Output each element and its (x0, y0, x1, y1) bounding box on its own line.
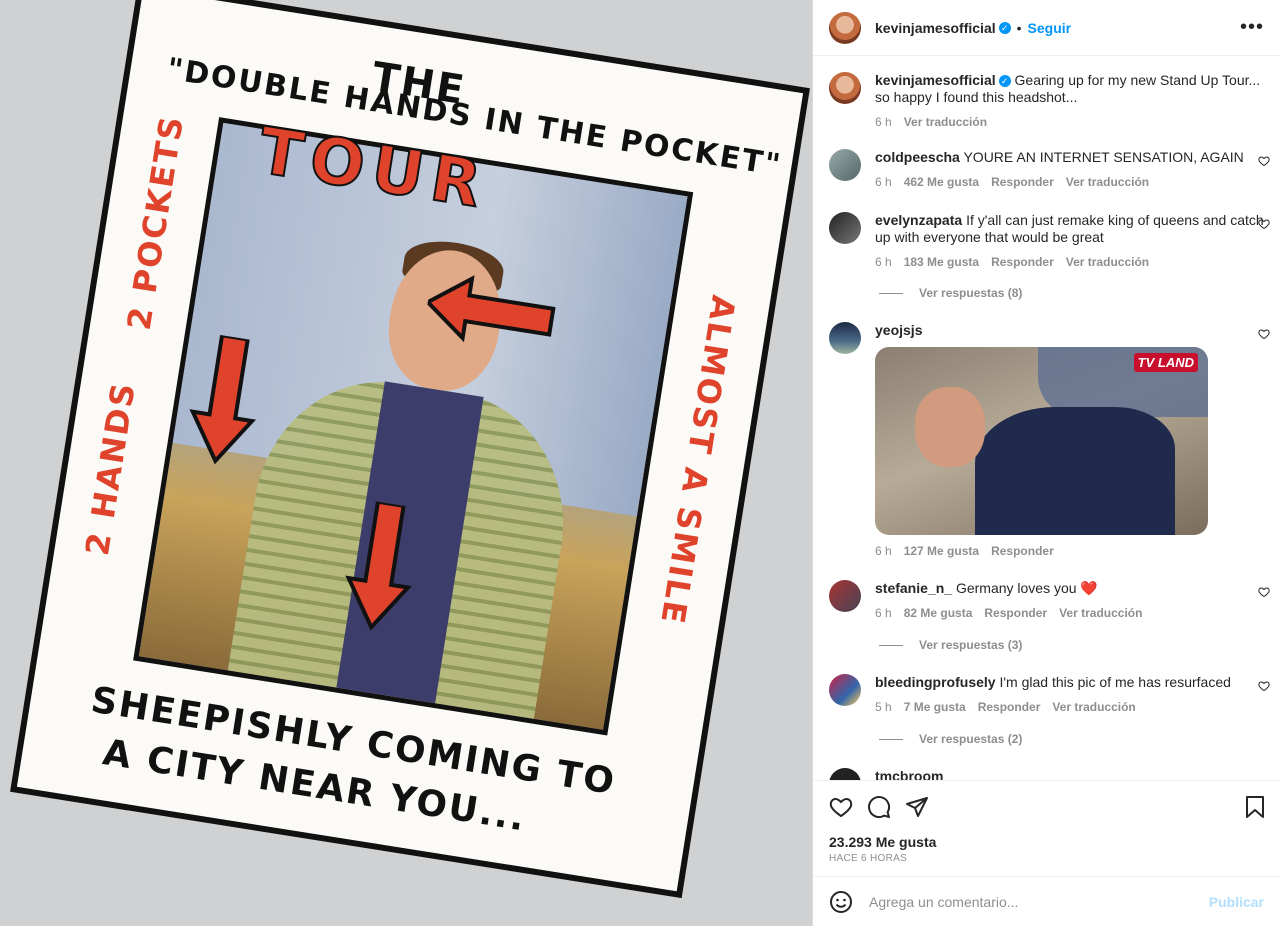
heart-icon[interactable] (1258, 680, 1270, 692)
comment-likes[interactable]: 183 Me gusta (904, 255, 979, 269)
emoji-icon[interactable] (829, 890, 853, 914)
share-icon[interactable] (905, 795, 929, 819)
separator-dot: • (1016, 19, 1022, 36)
translate-link[interactable]: Ver traducción (904, 115, 987, 129)
view-replies-button[interactable]: Ver respuestas (8) (879, 286, 1022, 300)
avatar[interactable] (829, 212, 861, 244)
translate-link[interactable]: Ver traducción (1066, 175, 1149, 189)
comment-time: 6 h (875, 606, 892, 620)
comment-username[interactable]: stefanie_n_ (875, 580, 952, 596)
translate-link[interactable]: Ver traducción (1059, 606, 1142, 620)
avatar[interactable] (829, 11, 861, 44)
comment-time: 6 h (875, 255, 892, 269)
list-item: bleedingprofusely I'm glad this pic of m… (829, 674, 1270, 716)
comment-text: YOURE AN INTERNET SENSATION, AGAIN (963, 149, 1244, 165)
comment-gif[interactable]: TV LAND (875, 347, 1208, 535)
comment-likes[interactable]: 127 Me gusta (904, 544, 979, 558)
like-count[interactable]: 23.293 Me gusta (829, 834, 936, 850)
comments-list[interactable]: kevinjamesofficial ✓ Gearing up for my ne… (813, 56, 1280, 780)
heart-icon[interactable] (1258, 328, 1270, 340)
poster-left-hands: 2 HANDS (78, 378, 144, 559)
comment-time: 6 h (875, 175, 892, 189)
verified-icon: ✓ (998, 75, 1011, 88)
avatar[interactable] (829, 72, 861, 104)
comment-likes[interactable]: 462 Me gusta (904, 175, 979, 189)
verified-icon: ✓ (998, 21, 1011, 34)
post-actions: 23.293 Me gusta HACE 6 HORAS (813, 780, 1280, 876)
post-header: kevinjamesofficial ✓ • Seguir ••• (813, 0, 1280, 56)
comment-likes[interactable]: 82 Me gusta (904, 606, 973, 620)
translate-link[interactable]: Ver traducción (1066, 255, 1149, 269)
comment-time: 6 h (875, 544, 892, 558)
list-item: yeojsjs TV LAND 6 h 127 Me gusta Responder (829, 322, 1270, 560)
view-replies-label: Ver respuestas (2) (919, 732, 1023, 746)
post-time: HACE 6 HORAS (829, 853, 908, 864)
caption: kevinjamesofficial ✓ Gearing up for my ne… (829, 72, 1264, 131)
reply-button[interactable]: Responder (984, 606, 1047, 620)
heart-icon[interactable] (1258, 586, 1270, 598)
heart-icon[interactable] (829, 795, 853, 819)
comment-text: Germany loves you ❤️ (955, 580, 1098, 596)
comment-username[interactable]: bleedingprofusely (875, 674, 996, 690)
comment-composer: Publicar (813, 876, 1280, 926)
comment-username[interactable]: tmcbroom (875, 768, 943, 780)
reply-button[interactable]: Responder (991, 255, 1054, 269)
follow-button[interactable]: Seguir (1028, 20, 1072, 36)
avatar[interactable] (829, 768, 861, 780)
avatar[interactable] (829, 674, 861, 706)
caption-time: 6 h (875, 115, 892, 129)
poster-left-pockets: 2 POCKETS (119, 112, 192, 333)
avatar[interactable] (829, 322, 861, 354)
reply-button[interactable]: Responder (978, 700, 1041, 714)
post-image[interactable]: THE "DOUBLE HANDS IN THE POCKET" TOUR 2 … (0, 0, 812, 926)
view-replies-button[interactable]: Ver respuestas (2) (879, 732, 1022, 746)
username[interactable]: kevinjamesofficial (875, 20, 996, 36)
list-item: evelynzapata If y'all can just remake ki… (829, 212, 1270, 271)
bookmark-icon[interactable] (1244, 795, 1266, 819)
caption-username[interactable]: kevinjamesofficial (875, 72, 996, 88)
avatar[interactable] (829, 149, 861, 181)
comment-username[interactable]: coldpeescha (875, 149, 960, 165)
comment-username[interactable]: yeojsjs (875, 322, 922, 338)
comment-input[interactable] (867, 892, 1209, 911)
post-panel: kevinjamesofficial ✓ • Seguir ••• kevinj… (812, 0, 1280, 926)
heart-icon[interactable] (1258, 218, 1270, 230)
comment-text: I'm glad this pic of me has resurfaced (999, 674, 1231, 690)
comment-username[interactable]: evelynzapata (875, 212, 962, 228)
post-button[interactable]: Publicar (1209, 894, 1264, 910)
view-replies-button[interactable]: Ver respuestas (3) (879, 638, 1022, 652)
comment-likes[interactable]: 7 Me gusta (904, 700, 966, 714)
more-icon[interactable]: ••• (1240, 16, 1264, 39)
view-replies-label: Ver respuestas (8) (919, 286, 1023, 300)
translate-link[interactable]: Ver traducción (1052, 700, 1135, 714)
comment-icon[interactable] (867, 795, 891, 819)
tv-land-logo: TV LAND (1133, 353, 1198, 372)
reply-button[interactable]: Responder (991, 544, 1054, 558)
poster: THE "DOUBLE HANDS IN THE POCKET" TOUR 2 … (10, 0, 810, 899)
list-item: stefanie_n_ Germany loves you ❤️ 6 h 82 M… (829, 580, 1270, 622)
avatar[interactable] (829, 580, 861, 612)
view-replies-label: Ver respuestas (3) (919, 638, 1023, 652)
comment-time: 5 h (875, 700, 892, 714)
list-item: coldpeescha YOURE AN INTERNET SENSATION,… (829, 149, 1270, 191)
reply-button[interactable]: Responder (991, 175, 1054, 189)
list-item: tmcbroom (829, 768, 1264, 780)
heart-icon[interactable] (1258, 155, 1270, 167)
